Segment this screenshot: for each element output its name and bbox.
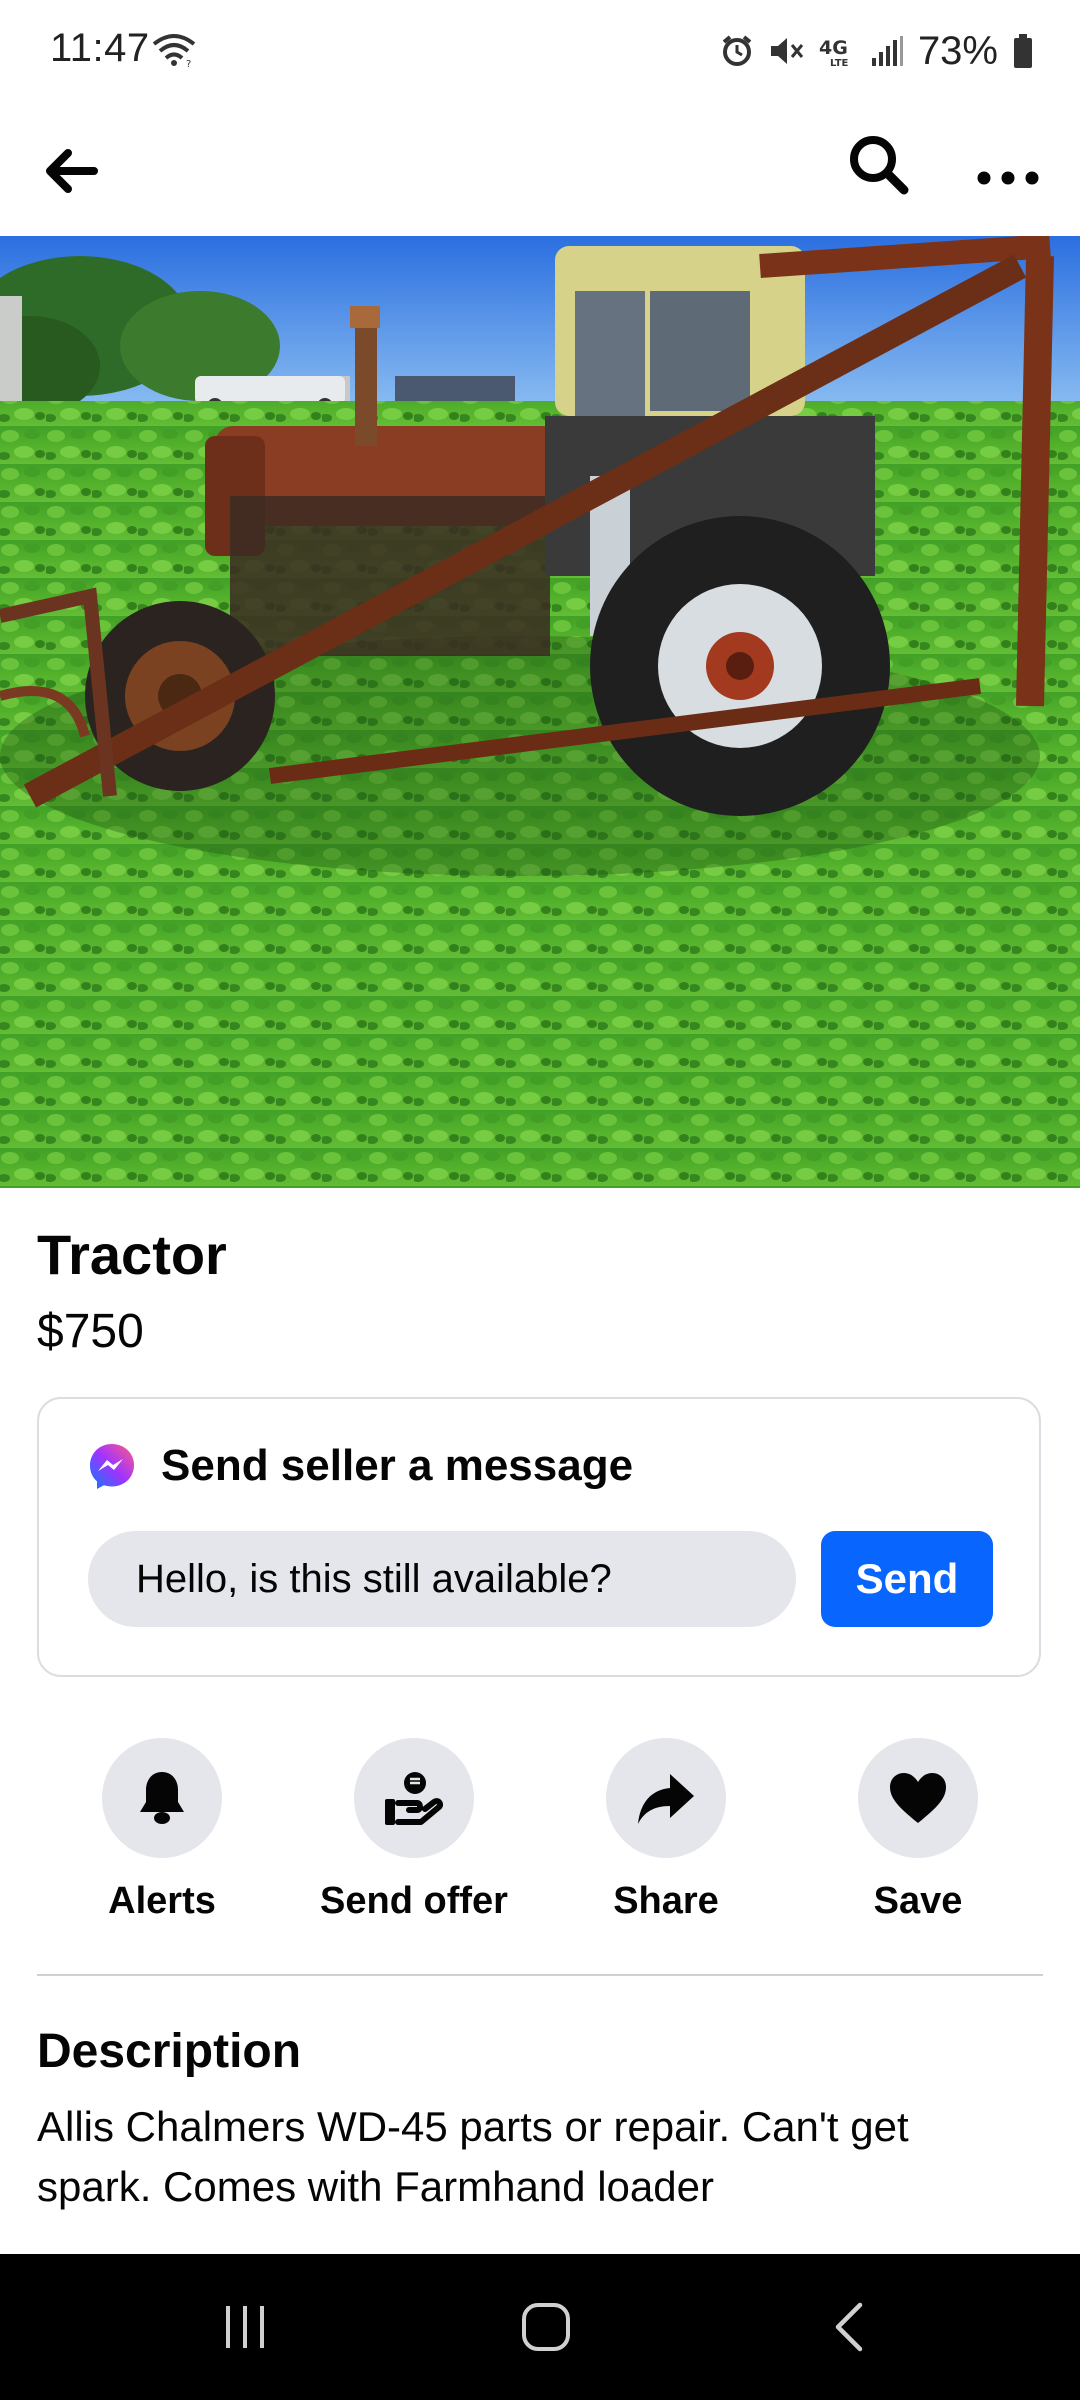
action-row: Alerts Send offer Share Save <box>0 1738 1080 1938</box>
back-icon <box>835 2302 863 2352</box>
wifi-icon: ? <box>152 32 196 68</box>
send-message-card: Send seller a message Send <box>37 1397 1041 1677</box>
recents-icon <box>226 2306 264 2348</box>
offer-hand-icon <box>385 1772 443 1825</box>
message-card-title: Send seller a message <box>161 1441 634 1490</box>
description-text: Allis Chalmers WD-45 parts or repair. Ca… <box>37 2103 909 2210</box>
tractor-photo <box>0 236 1080 1188</box>
save-label: Save <box>873 1880 963 1922</box>
svg-text:LTE: LTE <box>830 58 849 68</box>
listing-photo[interactable] <box>0 236 1080 1188</box>
svg-text:?: ? <box>186 59 191 68</box>
search-button[interactable] <box>840 126 916 202</box>
save-circle[interactable] <box>858 1738 978 1858</box>
search-icon <box>850 136 909 195</box>
back-arrow-icon <box>46 149 98 193</box>
mute-icon <box>768 34 804 68</box>
alarm-icon <box>720 34 754 68</box>
share-button[interactable]: Share <box>536 1738 796 1923</box>
send-button[interactable]: Send <box>821 1531 993 1627</box>
home-icon <box>522 2303 570 2351</box>
status-icons: 4G LTE 73% <box>720 26 1034 76</box>
recents-button[interactable] <box>190 2282 300 2372</box>
system-back-button[interactable] <box>795 2282 905 2372</box>
app-bar <box>0 100 1080 238</box>
alerts-label: Alerts <box>108 1880 216 1922</box>
description-heading: Description <box>37 2025 302 2078</box>
battery-percent: 73% <box>917 28 998 73</box>
alerts-circle[interactable] <box>102 1738 222 1858</box>
message-card-header: Send seller a message <box>87 1441 633 1491</box>
send-offer-label: Send offer <box>320 1880 508 1922</box>
status-time: 11:47 <box>50 26 150 70</box>
send-offer-circle[interactable] <box>354 1738 474 1858</box>
alerts-button[interactable]: Alerts <box>32 1738 292 1923</box>
back-button[interactable] <box>36 136 106 206</box>
divider <box>37 1974 1043 1976</box>
share-arrow-icon <box>638 1774 694 1824</box>
share-circle[interactable] <box>606 1738 726 1858</box>
listing-price: $750 <box>37 1305 144 1358</box>
home-button[interactable] <box>491 2282 601 2372</box>
message-input[interactable] <box>88 1531 796 1627</box>
share-label: Share <box>613 1880 719 1922</box>
more-options-button[interactable] <box>970 140 1046 216</box>
bell-icon <box>140 1772 184 1824</box>
4g-lte-icon: 4G LTE <box>818 34 856 68</box>
status-bar: 11:47 ? 4G LTE 73% <box>0 0 1080 100</box>
system-nav-bar <box>0 2254 1080 2400</box>
listing-title: Tractor <box>37 1223 227 1286</box>
signal-icon <box>870 34 904 68</box>
send-offer-button[interactable]: Send offer <box>284 1738 544 1923</box>
messenger-icon <box>90 1444 134 1489</box>
save-button[interactable]: Save <box>788 1738 1048 1923</box>
svg-text:4G: 4G <box>819 37 848 59</box>
battery-icon <box>1012 33 1034 69</box>
heart-icon <box>890 1773 946 1823</box>
more-icon <box>977 171 1039 185</box>
